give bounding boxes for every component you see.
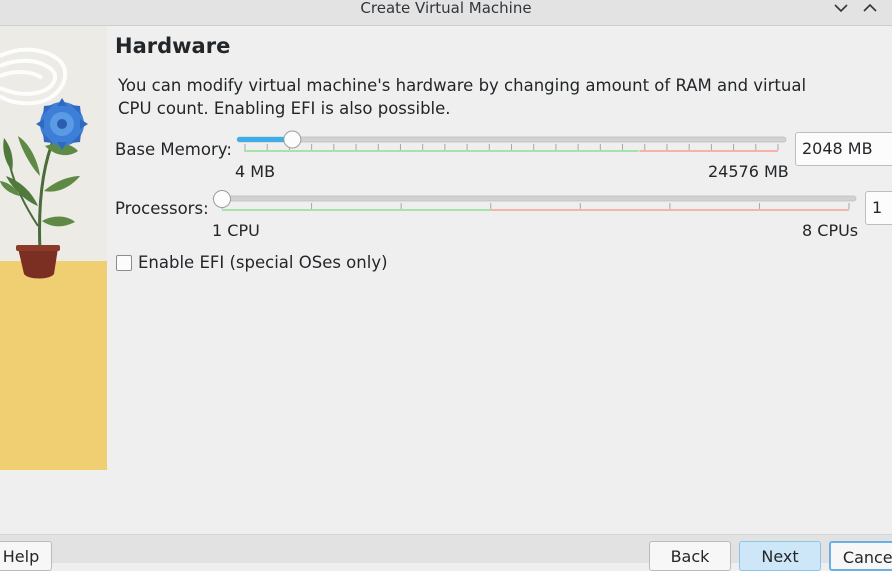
processors-label: Processors: (115, 199, 209, 218)
page-title: Hardware (115, 34, 231, 58)
cancel-button[interactable]: Cancel (829, 541, 892, 571)
memory-spinbox[interactable]: 2048 MB (795, 132, 892, 166)
chevron-down-icon[interactable] (832, 0, 850, 16)
help-button[interactable]: Help (0, 541, 52, 571)
window-titlebar: Create Virtual Machine (0, 0, 892, 26)
memory-min-label: 4 MB (235, 162, 276, 181)
efi-checkbox-label[interactable]: Enable EFI (special OSes only) (138, 253, 388, 272)
recommended-range-bar (244, 150, 639, 152)
processors-max-label: 8 CPUs (802, 221, 859, 240)
recommended-range-bar (222, 209, 491, 211)
slider-handle[interactable] (283, 130, 302, 149)
processors-slider[interactable] (212, 187, 860, 217)
chevron-up-icon[interactable] (861, 0, 879, 16)
base-memory-slider[interactable] (236, 128, 788, 158)
processors-spinbox[interactable]: 1 (865, 191, 892, 225)
next-button[interactable]: Next (739, 541, 821, 571)
slider-groove (236, 136, 787, 143)
memory-max-label: 24576 MB (708, 162, 789, 181)
efi-checkbox[interactable] (116, 255, 132, 271)
slider-ticks (244, 144, 779, 150)
slider-ticks (221, 203, 850, 209)
page-description: You can modify virtual machine's hardwar… (118, 76, 807, 118)
wizard-artwork (0, 26, 107, 470)
slider-handle[interactable] (213, 190, 231, 208)
warning-range-bar (490, 209, 849, 211)
window-title: Create Virtual Machine (360, 0, 532, 17)
base-memory-label: Base Memory: (115, 140, 232, 159)
back-button[interactable]: Back (649, 541, 731, 571)
processors-min-label: 1 CPU (212, 221, 260, 240)
slider-groove (212, 195, 857, 202)
warning-range-bar (639, 150, 778, 152)
